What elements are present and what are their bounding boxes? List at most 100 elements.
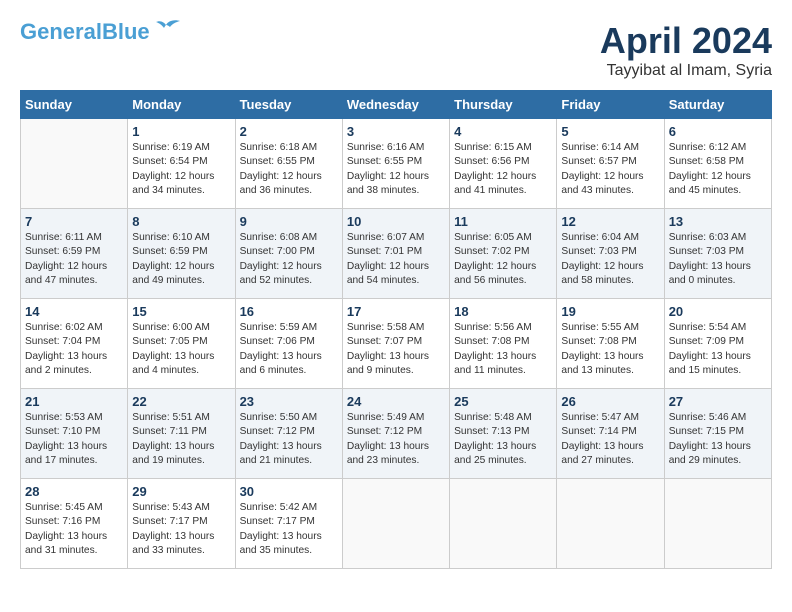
calendar-cell: [450, 479, 557, 569]
day-info: Sunrise: 5:51 AMSunset: 7:11 PMDaylight:…: [132, 411, 230, 468]
calendar-cell: 22 Sunrise: 5:51 AMSunset: 7:11 PMDayligh…: [128, 389, 235, 479]
calendar-cell: 16 Sunrise: 5:59 AMSunset: 7:06 PMDayligh…: [235, 299, 342, 389]
calendar-cell: 29 Sunrise: 5:43 AMSunset: 7:17 PMDayligh…: [128, 479, 235, 569]
calendar-cell: 15 Sunrise: 6:00 AMSunset: 7:05 PMDayligh…: [128, 299, 235, 389]
calendar-cell: 12 Sunrise: 6:04 AMSunset: 7:03 PMDayligh…: [557, 209, 664, 299]
day-number: 12: [561, 214, 659, 229]
calendar-table: SundayMondayTuesdayWednesdayThursdayFrid…: [20, 90, 772, 569]
day-number: 4: [454, 124, 552, 139]
calendar-cell: 10 Sunrise: 6:07 AMSunset: 7:01 PMDayligh…: [342, 209, 449, 299]
calendar-cell: 30Sunrise: 5:42 AMSunset: 7:17 PMDayligh…: [235, 479, 342, 569]
calendar-cell: 13 Sunrise: 6:03 AMSunset: 7:03 PMDayligh…: [664, 209, 771, 299]
calendar-cell: 8 Sunrise: 6:10 AMSunset: 6:59 PMDaylight…: [128, 209, 235, 299]
day-info: Sunrise: 6:15 AMSunset: 6:56 PMDaylight:…: [454, 141, 552, 198]
calendar-cell: 11 Sunrise: 6:05 AMSunset: 7:02 PMDayligh…: [450, 209, 557, 299]
day-info: Sunrise: 6:03 AMSunset: 7:03 PMDaylight:…: [669, 231, 767, 288]
day-info: Sunrise: 5:56 AMSunset: 7:08 PMDaylight:…: [454, 321, 552, 378]
day-info: Sunrise: 6:18 AMSunset: 6:55 PMDaylight:…: [240, 141, 338, 198]
day-info: Sunrise: 6:02 AMSunset: 7:04 PMDaylight:…: [25, 321, 123, 378]
day-number: 24: [347, 394, 445, 409]
header-day-thursday: Thursday: [450, 91, 557, 119]
calendar-cell: 5Sunrise: 6:14 AMSunset: 6:57 PMDaylight…: [557, 119, 664, 209]
day-number: 26: [561, 394, 659, 409]
calendar-cell: 17Sunrise: 5:58 AMSunset: 7:07 PMDayligh…: [342, 299, 449, 389]
day-info: Sunrise: 5:48 AMSunset: 7:13 PMDaylight:…: [454, 411, 552, 468]
header-day-wednesday: Wednesday: [342, 91, 449, 119]
calendar-cell: 6 Sunrise: 6:12 AMSunset: 6:58 PMDaylight…: [664, 119, 771, 209]
title-area: April 2024 Tayyibat al Imam, Syria: [600, 20, 772, 80]
calendar-cell: [664, 479, 771, 569]
calendar-cell: 9Sunrise: 6:08 AMSunset: 7:00 PMDaylight…: [235, 209, 342, 299]
day-number: 29: [132, 484, 230, 499]
day-number: 10: [347, 214, 445, 229]
month-year-title: April 2024: [600, 20, 772, 62]
calendar-cell: [21, 119, 128, 209]
logo-text: GeneralBlue: [20, 20, 150, 44]
day-number: 17: [347, 304, 445, 319]
day-info: Sunrise: 6:07 AMSunset: 7:01 PMDaylight:…: [347, 231, 445, 288]
day-info: Sunrise: 5:45 AMSunset: 7:16 PMDaylight:…: [25, 501, 123, 558]
calendar-cell: 26Sunrise: 5:47 AMSunset: 7:14 PMDayligh…: [557, 389, 664, 479]
day-info: Sunrise: 6:04 AMSunset: 7:03 PMDaylight:…: [561, 231, 659, 288]
day-info: Sunrise: 6:11 AMSunset: 6:59 PMDaylight:…: [25, 231, 123, 288]
calendar-week-row: 21 Sunrise: 5:53 AMSunset: 7:10 PMDayligh…: [21, 389, 772, 479]
calendar-cell: 19 Sunrise: 5:55 AMSunset: 7:08 PMDayligh…: [557, 299, 664, 389]
day-number: 8: [132, 214, 230, 229]
calendar-cell: 20Sunrise: 5:54 AMSunset: 7:09 PMDayligh…: [664, 299, 771, 389]
day-info: Sunrise: 6:10 AMSunset: 6:59 PMDaylight:…: [132, 231, 230, 288]
calendar-cell: [557, 479, 664, 569]
calendar-cell: 25Sunrise: 5:48 AMSunset: 7:13 PMDayligh…: [450, 389, 557, 479]
day-number: 28: [25, 484, 123, 499]
header-row: SundayMondayTuesdayWednesdayThursdayFrid…: [21, 91, 772, 119]
day-number: 2: [240, 124, 338, 139]
day-number: 5: [561, 124, 659, 139]
day-number: 22: [132, 394, 230, 409]
day-number: 1: [132, 124, 230, 139]
day-info: Sunrise: 5:46 AMSunset: 7:15 PMDaylight:…: [669, 411, 767, 468]
day-number: 9: [240, 214, 338, 229]
day-number: 30: [240, 484, 338, 499]
logo-blue: Blue: [102, 19, 150, 44]
day-number: 15: [132, 304, 230, 319]
day-number: 7: [25, 214, 123, 229]
day-number: 27: [669, 394, 767, 409]
day-number: 20: [669, 304, 767, 319]
header-day-tuesday: Tuesday: [235, 91, 342, 119]
calendar-cell: 3Sunrise: 6:16 AMSunset: 6:55 PMDaylight…: [342, 119, 449, 209]
day-info: Sunrise: 5:43 AMSunset: 7:17 PMDaylight:…: [132, 501, 230, 558]
calendar-cell: 18 Sunrise: 5:56 AMSunset: 7:08 PMDayligh…: [450, 299, 557, 389]
calendar-week-row: 7 Sunrise: 6:11 AMSunset: 6:59 PMDaylight…: [21, 209, 772, 299]
calendar-cell: 14 Sunrise: 6:02 AMSunset: 7:04 PMDayligh…: [21, 299, 128, 389]
calendar-cell: 24Sunrise: 5:49 AMSunset: 7:12 PMDayligh…: [342, 389, 449, 479]
day-info: Sunrise: 6:19 AMSunset: 6:54 PMDaylight:…: [132, 141, 230, 198]
calendar-cell: 4 Sunrise: 6:15 AMSunset: 6:56 PMDaylight…: [450, 119, 557, 209]
calendar-cell: 27 Sunrise: 5:46 AMSunset: 7:15 PMDayligh…: [664, 389, 771, 479]
day-number: 18: [454, 304, 552, 319]
day-info: Sunrise: 5:55 AMSunset: 7:08 PMDaylight:…: [561, 321, 659, 378]
logo-bird-icon: [152, 17, 180, 39]
calendar-cell: 21 Sunrise: 5:53 AMSunset: 7:10 PMDayligh…: [21, 389, 128, 479]
day-number: 13: [669, 214, 767, 229]
day-number: 11: [454, 214, 552, 229]
calendar-cell: 7 Sunrise: 6:11 AMSunset: 6:59 PMDaylight…: [21, 209, 128, 299]
calendar-week-row: 14 Sunrise: 6:02 AMSunset: 7:04 PMDayligh…: [21, 299, 772, 389]
day-number: 16: [240, 304, 338, 319]
day-info: Sunrise: 6:05 AMSunset: 7:02 PMDaylight:…: [454, 231, 552, 288]
calendar-cell: 23Sunrise: 5:50 AMSunset: 7:12 PMDayligh…: [235, 389, 342, 479]
day-number: 21: [25, 394, 123, 409]
day-number: 19: [561, 304, 659, 319]
day-number: 14: [25, 304, 123, 319]
day-info: Sunrise: 6:12 AMSunset: 6:58 PMDaylight:…: [669, 141, 767, 198]
header-day-sunday: Sunday: [21, 91, 128, 119]
calendar-cell: 28 Sunrise: 5:45 AMSunset: 7:16 PMDayligh…: [21, 479, 128, 569]
logo: GeneralBlue: [20, 20, 180, 44]
calendar-cell: 1 Sunrise: 6:19 AMSunset: 6:54 PMDaylight…: [128, 119, 235, 209]
day-info: Sunrise: 6:00 AMSunset: 7:05 PMDaylight:…: [132, 321, 230, 378]
calendar-week-row: 1 Sunrise: 6:19 AMSunset: 6:54 PMDaylight…: [21, 119, 772, 209]
header-day-saturday: Saturday: [664, 91, 771, 119]
day-info: Sunrise: 5:50 AMSunset: 7:12 PMDaylight:…: [240, 411, 338, 468]
day-info: Sunrise: 5:53 AMSunset: 7:10 PMDaylight:…: [25, 411, 123, 468]
calendar-body: 1 Sunrise: 6:19 AMSunset: 6:54 PMDaylight…: [21, 119, 772, 569]
day-number: 6: [669, 124, 767, 139]
day-info: Sunrise: 5:59 AMSunset: 7:06 PMDaylight:…: [240, 321, 338, 378]
